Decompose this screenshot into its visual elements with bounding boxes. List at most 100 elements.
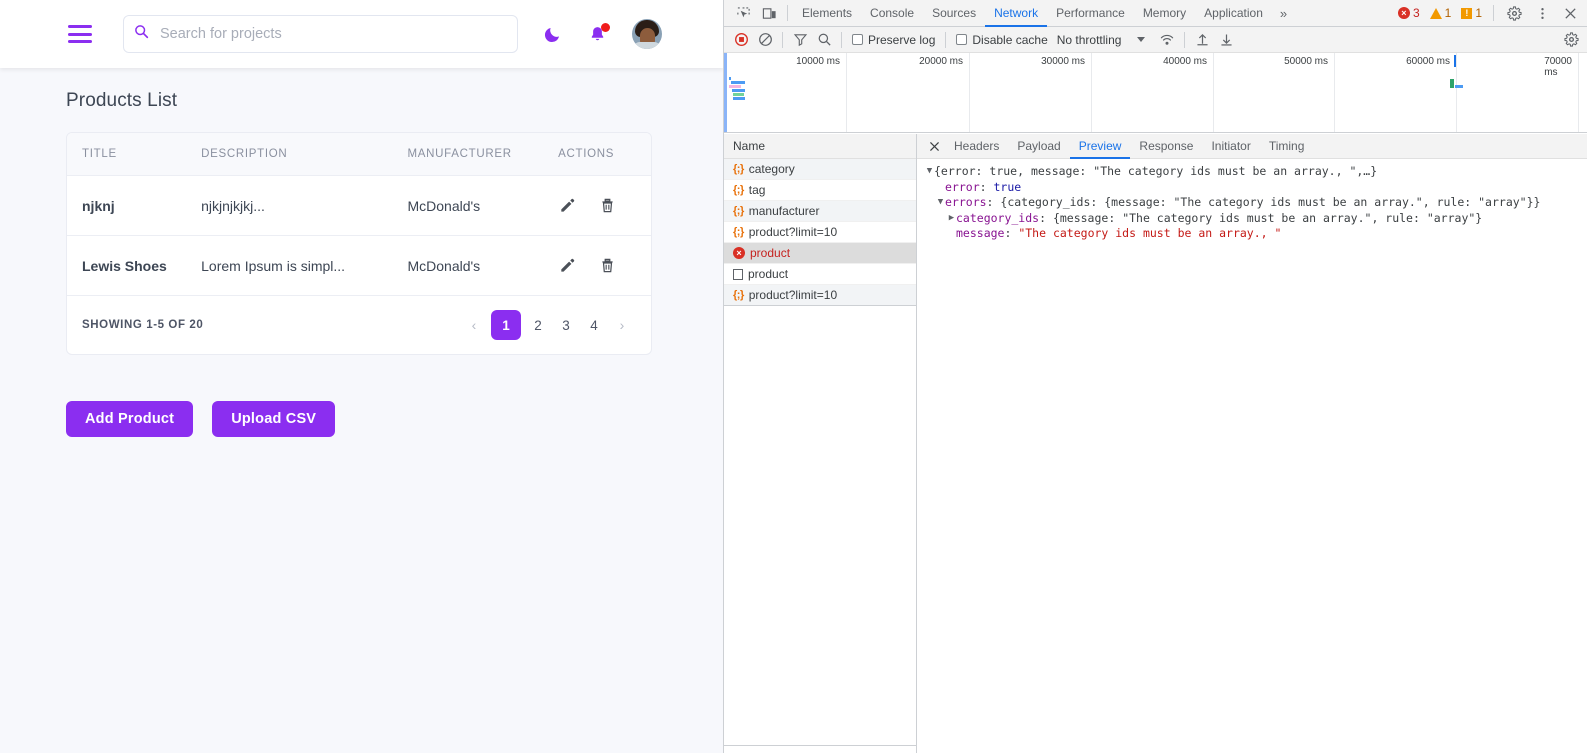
network-timeline-overview[interactable]: 10000 ms 20000 ms 30000 ms 40000 ms 5000… bbox=[724, 53, 1587, 133]
column-header-actions: ACTIONS bbox=[558, 133, 651, 176]
products-card: TITLE DESCRIPTION MANUFACTURER ACTIONS n… bbox=[66, 132, 652, 355]
more-options-icon[interactable] bbox=[1529, 0, 1555, 26]
info-icon: ! bbox=[1461, 7, 1473, 19]
details-tab-payload[interactable]: Payload bbox=[1008, 134, 1069, 159]
details-tab-timing[interactable]: Timing bbox=[1260, 134, 1314, 159]
network-settings-gear-icon[interactable] bbox=[1559, 28, 1583, 52]
page-content: Products List TITLE DESCRIPTION MANUFACT… bbox=[0, 68, 723, 437]
search-icon[interactable] bbox=[812, 28, 836, 52]
edit-product-button[interactable] bbox=[558, 196, 577, 215]
column-header-description: DESCRIPTION bbox=[201, 133, 408, 176]
preserve-log-checkbox[interactable]: Preserve log bbox=[847, 33, 940, 47]
preview-line[interactable]: error: true bbox=[917, 180, 1587, 196]
tab-application[interactable]: Application bbox=[1195, 0, 1272, 27]
details-tab-initiator[interactable]: Initiator bbox=[1202, 134, 1259, 159]
tab-sources[interactable]: Sources bbox=[923, 0, 985, 27]
preserve-log-label: Preserve log bbox=[868, 32, 936, 47]
pagination-prev[interactable]: ‹ bbox=[463, 311, 485, 339]
request-row-product-error[interactable]: × product bbox=[724, 243, 916, 264]
delete-product-button[interactable] bbox=[598, 256, 617, 275]
close-icon[interactable] bbox=[1557, 0, 1583, 26]
request-row-product-limit-10-2[interactable]: {;} product?limit=10 bbox=[724, 285, 916, 306]
search-input-wrapper[interactable] bbox=[123, 15, 518, 53]
twisty-icon[interactable]: ▶ bbox=[947, 211, 956, 227]
preview-line[interactable]: ▼ {error: true, message: "The category id… bbox=[917, 164, 1587, 180]
disable-cache-checkbox[interactable]: Disable cache bbox=[951, 33, 1052, 47]
chevron-down-icon[interactable] bbox=[1137, 37, 1146, 42]
preview-line[interactable]: ▼ errors: {category_ids: {message: "The c… bbox=[917, 195, 1587, 211]
edit-product-button[interactable] bbox=[558, 256, 577, 275]
request-name: category bbox=[748, 162, 795, 176]
pagination-next[interactable]: › bbox=[611, 311, 633, 339]
preview-line[interactable]: ▶ category_ids: {message: "The category i… bbox=[917, 211, 1587, 227]
record-stop-icon[interactable] bbox=[729, 28, 753, 52]
request-row-manufacturer[interactable]: {;} manufacturer bbox=[724, 201, 916, 222]
pagination-page-1[interactable]: 1 bbox=[491, 310, 521, 340]
export-har-icon[interactable] bbox=[1214, 28, 1238, 52]
json-preview-tree[interactable]: ▼ {error: true, message: "The category id… bbox=[917, 159, 1587, 242]
preview-line[interactable]: message: "The category ids must be an ar… bbox=[917, 226, 1587, 242]
more-tabs-icon[interactable]: » bbox=[1272, 6, 1295, 21]
pagination: ‹ 1 2 3 4 › bbox=[463, 310, 633, 340]
tab-network[interactable]: Network bbox=[985, 0, 1047, 27]
pagination-page-4[interactable]: 4 bbox=[583, 311, 605, 339]
warning-count-badge[interactable]: 1 bbox=[1426, 6, 1456, 20]
delete-product-button[interactable] bbox=[598, 196, 617, 215]
details-tab-preview[interactable]: Preview bbox=[1070, 134, 1131, 159]
twisty-icon[interactable]: ▼ bbox=[936, 195, 945, 211]
close-icon[interactable] bbox=[923, 135, 945, 157]
inspect-element-icon[interactable] bbox=[730, 0, 756, 26]
network-conditions-icon[interactable] bbox=[1155, 28, 1179, 52]
details-tab-response[interactable]: Response bbox=[1130, 134, 1202, 159]
overview-request-bars bbox=[729, 77, 745, 101]
checkbox-box bbox=[956, 34, 968, 45]
toolbar-divider bbox=[1184, 31, 1186, 48]
hamburger-icon[interactable] bbox=[68, 25, 92, 43]
app-header bbox=[0, 0, 723, 68]
cell-title: njknj bbox=[67, 175, 202, 236]
avatar[interactable] bbox=[632, 19, 662, 49]
bell-icon[interactable] bbox=[588, 22, 610, 44]
tab-performance[interactable]: Performance bbox=[1047, 0, 1134, 27]
gear-icon[interactable] bbox=[1501, 0, 1527, 26]
request-row-category[interactable]: {;} category bbox=[724, 159, 916, 180]
tab-elements[interactable]: Elements bbox=[793, 0, 861, 27]
filter-icon[interactable] bbox=[788, 28, 812, 52]
timeline-tick-40000: 40000 ms bbox=[1163, 56, 1207, 67]
upload-csv-button[interactable]: Upload CSV bbox=[212, 401, 336, 437]
info-count-badge[interactable]: ! 1 bbox=[1457, 6, 1486, 20]
import-har-icon[interactable] bbox=[1190, 28, 1214, 52]
table-row[interactable]: Lewis Shoes Lorem Ipsum is simpl... McDo… bbox=[67, 235, 651, 296]
json-icon: {;} bbox=[733, 205, 744, 217]
device-toolbar-icon[interactable] bbox=[756, 0, 782, 26]
page-title: Products List bbox=[66, 90, 178, 111]
table-header-row: TITLE DESCRIPTION MANUFACTURER ACTIONS bbox=[67, 133, 651, 176]
timeline-tick-10000: 10000 ms bbox=[796, 56, 840, 67]
throttling-select[interactable]: No throttling bbox=[1053, 33, 1126, 47]
pagination-page-2[interactable]: 2 bbox=[527, 311, 549, 339]
request-list-footer bbox=[724, 746, 916, 753]
error-count-badge[interactable]: × 3 bbox=[1394, 6, 1424, 20]
error-icon: × bbox=[733, 247, 745, 259]
request-name: product?limit=10 bbox=[748, 288, 838, 302]
moon-icon[interactable] bbox=[543, 24, 563, 44]
clear-icon[interactable] bbox=[753, 28, 777, 52]
cell-description: Lorem Ipsum is simpl... bbox=[201, 235, 408, 296]
toolbar-divider bbox=[945, 31, 947, 48]
request-row-product-doc[interactable]: product bbox=[724, 264, 916, 285]
request-row-tag[interactable]: {;} tag bbox=[724, 180, 916, 201]
timeline-tick-50000: 50000 ms bbox=[1284, 56, 1328, 67]
toolbar-divider bbox=[787, 5, 788, 21]
add-product-button[interactable]: Add Product bbox=[66, 401, 194, 437]
json-icon: {;} bbox=[733, 289, 744, 301]
twisty-icon[interactable]: ▼ bbox=[925, 164, 934, 180]
tab-memory[interactable]: Memory bbox=[1134, 0, 1195, 27]
tab-console[interactable]: Console bbox=[861, 0, 923, 27]
header-icon-group bbox=[543, 19, 662, 49]
pagination-page-3[interactable]: 3 bbox=[555, 311, 577, 339]
request-row-product-limit-10[interactable]: {;} product?limit=10 bbox=[724, 222, 916, 243]
table-row[interactable]: njknj njkjnjkjkj... McDonald's bbox=[67, 175, 651, 236]
search-input[interactable] bbox=[158, 25, 507, 43]
timeline-left-edge bbox=[724, 53, 727, 132]
details-tab-headers[interactable]: Headers bbox=[945, 134, 1008, 159]
